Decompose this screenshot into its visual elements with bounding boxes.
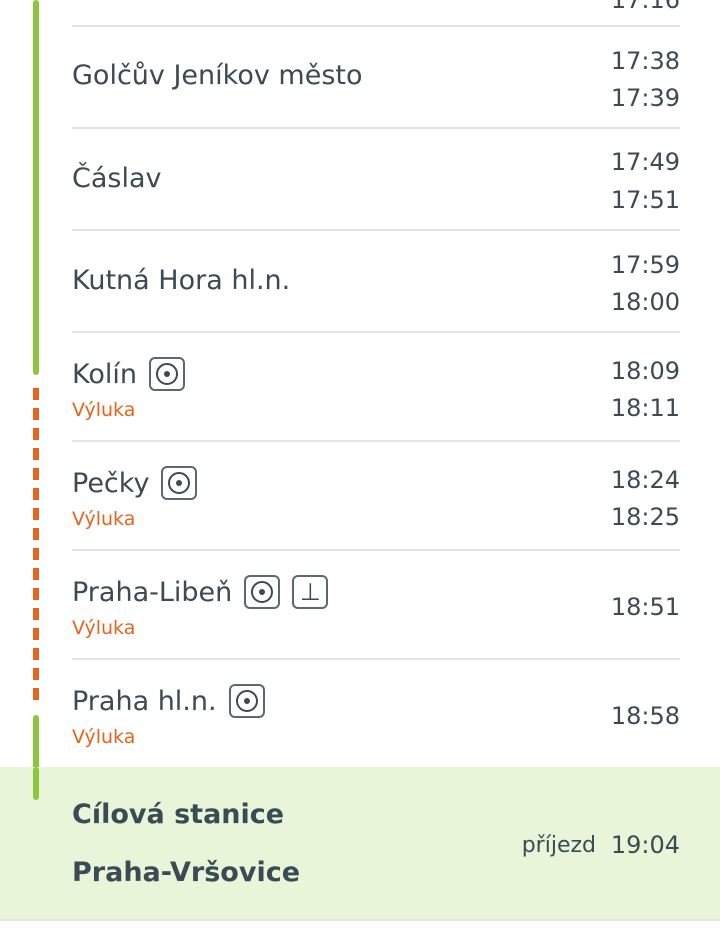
train-route-screen: 17:16 Golčův Jeníkov město 17:38 17:39 Č…	[0, 0, 720, 948]
stop-dot-icon	[149, 357, 185, 391]
disruption-note: Výluka	[72, 508, 136, 530]
final-destination-panel[interactable]: Cílová stanice Praha-Vršovice příjezd 19…	[0, 767, 720, 919]
stop-name: Praha hl.n.	[72, 684, 265, 718]
departure-time: 18:25	[610, 503, 680, 531]
route-line-segment	[33, 767, 39, 800]
stop-name: Kutná Hora hl.n.	[72, 265, 291, 296]
stop-row[interactable]: Kolín Výluka 18:09 18:11	[72, 333, 680, 442]
stop-name: Čáslav	[72, 163, 162, 194]
stop-row[interactable]: Golčův Jeníkov město 17:38 17:39	[72, 27, 680, 129]
arrival-time: 17:38	[610, 47, 680, 75]
departure-time: 17:39	[610, 84, 680, 112]
departure-time: 18:00	[610, 288, 680, 316]
stop-dot-icon	[161, 466, 198, 500]
stop-row[interactable]: Čáslav 17:49 17:51	[72, 129, 680, 231]
arrival-time: 17:59	[610, 251, 680, 279]
perpendicular-icon: ⊥	[292, 575, 329, 609]
stop-name: Pečky	[72, 466, 198, 500]
stop-name: Kolín	[72, 357, 185, 391]
stop-row[interactable]: Kutná Hora hl.n. 17:59 18:00	[72, 231, 680, 333]
partial-time: 17:16	[610, 0, 680, 14]
time: 18:58	[610, 702, 680, 730]
stop-row[interactable]: Praha hl.n. Výluka 18:58	[72, 660, 680, 765]
disruption-note: Výluka	[72, 399, 136, 421]
arrival-time: 17:49	[610, 148, 680, 176]
departure-time: 17:51	[610, 186, 680, 214]
arrival-time: 18:24	[610, 466, 680, 494]
stop-name: Golčův Jeníkov město	[72, 60, 363, 91]
disruption-line-segment	[33, 388, 39, 708]
stop-row[interactable]: Pečky Výluka 18:24 18:25	[72, 442, 680, 551]
disruption-note: Výluka	[72, 617, 136, 639]
arrival-time: 18:09	[610, 357, 680, 385]
stop-dot-icon	[244, 575, 281, 609]
stop-row[interactable]: Praha-Libeň ⊥ Výluka 18:51	[72, 551, 680, 660]
final-destination-name: Praha-Vršovice	[72, 857, 301, 888]
stop-name: Praha-Libeň ⊥	[72, 575, 329, 609]
bottom-bar	[0, 919, 720, 948]
arrival-label: příjezd	[521, 833, 596, 858]
time: 18:51	[610, 593, 680, 621]
route-line-segment	[33, 0, 39, 375]
partial-stop-row: 17:16	[72, 0, 680, 27]
departure-time: 18:11	[610, 394, 680, 422]
disruption-note: Výluka	[72, 726, 136, 748]
stop-dot-icon	[228, 684, 265, 718]
arrival-time: 19:04	[610, 831, 680, 859]
final-destination-label: Cílová stanice	[72, 799, 285, 830]
